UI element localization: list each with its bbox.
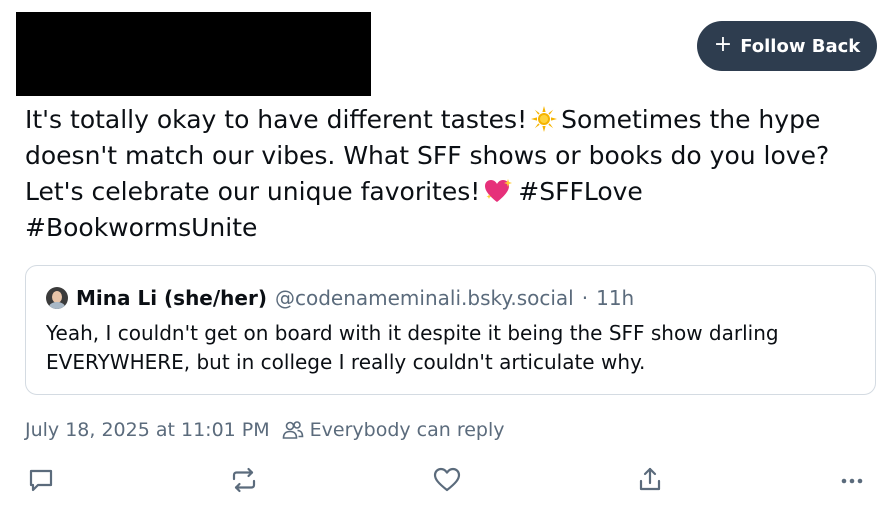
post-view: + Follow Back It's totally okay to have … [0, 0, 896, 516]
like-icon[interactable] [429, 462, 465, 498]
sun-emoji [531, 106, 558, 132]
plus-icon: + [713, 32, 733, 57]
share-icon[interactable] [632, 462, 668, 498]
reply-icon[interactable] [23, 462, 59, 498]
post-timestamp: July 18, 2025 at 11:01 PM [25, 419, 270, 441]
post-line1-b: Sometimes the hype [561, 105, 821, 134]
action-bar [0, 462, 896, 502]
more-icon[interactable] [834, 462, 870, 498]
quoted-post-text: Yeah, I couldn't get on board with it de… [46, 321, 779, 374]
redacted-author-block [16, 12, 371, 96]
hashtag-bookwormsunite[interactable]: #BookwormsUnite [25, 213, 257, 242]
avatar[interactable] [46, 287, 68, 309]
quoted-author-handle[interactable]: @codenameminali.bsky.social [275, 286, 574, 310]
follow-back-label: Follow Back [740, 35, 861, 57]
post-line3-a: Let's celebrate our unique favorites! [25, 177, 481, 206]
post-meta: July 18, 2025 at 11:01 PM Everybody can … [25, 419, 505, 441]
quoted-author-name[interactable]: Mina Li (she/her) [76, 286, 267, 310]
reply-setting-label: Everybody can reply [309, 419, 505, 441]
quoted-post-card[interactable]: Mina Li (she/her) @codenameminali.bsky.s… [25, 265, 876, 395]
sparkling-heart-emoji [485, 179, 513, 202]
hashtag-sfflove[interactable]: #SFFLove [518, 177, 643, 206]
post-line2: doesn't match our vibes. What SFF shows … [25, 141, 830, 170]
people-icon [282, 421, 303, 439]
quoted-post-time[interactable]: 11h [596, 286, 634, 310]
reply-setting[interactable]: Everybody can reply [282, 419, 505, 441]
post-text: It's totally okay to have different tast… [25, 102, 885, 246]
separator-dot: · [581, 286, 589, 310]
post-line1-a: It's totally okay to have different tast… [25, 105, 528, 134]
quoted-post-header: Mina Li (she/her) @codenameminali.bsky.s… [46, 286, 634, 310]
repost-icon[interactable] [226, 462, 262, 498]
follow-back-button[interactable]: + Follow Back [697, 21, 877, 71]
